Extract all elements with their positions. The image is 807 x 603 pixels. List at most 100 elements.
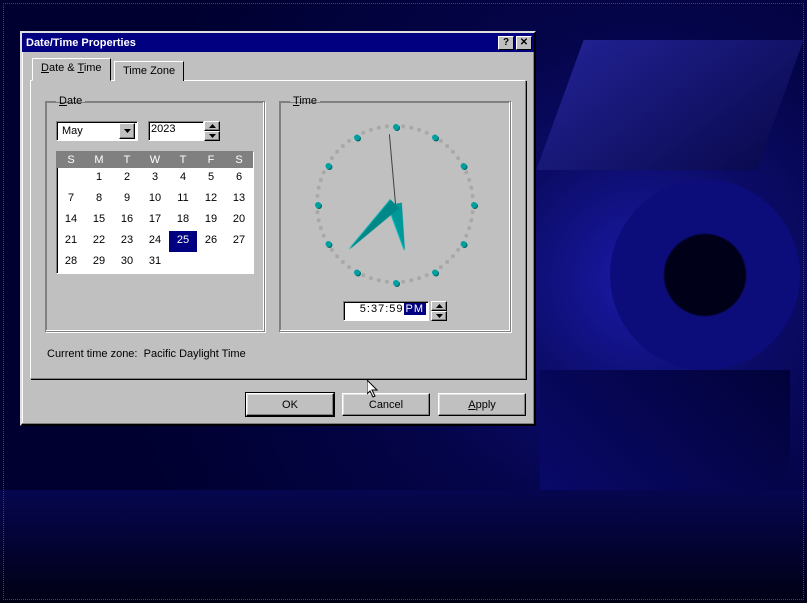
year-input[interactable]: 2023	[148, 121, 204, 141]
date-group-legend: Date	[56, 95, 85, 107]
chevron-down-icon	[209, 134, 216, 138]
calendar-day-cell[interactable]: 20	[225, 210, 253, 231]
year-up-button[interactable]	[204, 121, 220, 131]
window-title: Date/Time Properties	[26, 37, 496, 49]
clock-minute-mark	[451, 150, 455, 154]
minute-hand	[345, 200, 399, 254]
calendar-day-cell[interactable]: 25	[169, 231, 197, 252]
time-group: Time 5:37:59PM	[279, 95, 511, 332]
calendar-day-cell[interactable]: 22	[85, 231, 113, 252]
clock-minute-mark	[317, 218, 321, 222]
clock-minute-mark	[335, 254, 339, 258]
month-dropdown-button[interactable]	[119, 123, 135, 139]
calendar-day-cell[interactable]: 8	[85, 189, 113, 210]
calendar-day-cell[interactable]: 23	[113, 231, 141, 252]
time-input[interactable]: 5:37:59PM	[343, 301, 429, 321]
time-down-button[interactable]	[431, 311, 447, 321]
calendar-day-header: M	[85, 152, 113, 168]
clock-hour-mark	[432, 270, 438, 276]
calendar-day-cell[interactable]: 26	[197, 231, 225, 252]
clock-minute-mark	[417, 276, 421, 280]
calendar-day-cell[interactable]: 5	[197, 168, 225, 189]
chevron-down-icon	[124, 129, 131, 133]
calendar-day-header: T	[169, 152, 197, 168]
time-group-legend: Time	[290, 95, 320, 107]
chevron-up-icon	[436, 304, 443, 308]
tab-date-time[interactable]: Date & Time	[32, 58, 111, 81]
calendar-day-cell[interactable]: 24	[141, 231, 169, 252]
calendar-day-cell[interactable]: 17	[141, 210, 169, 231]
calendar-day-cell[interactable]: 10	[141, 189, 169, 210]
clock-minute-mark	[464, 170, 468, 174]
clock-minute-mark	[315, 210, 319, 214]
calendar-day-cell[interactable]: 18	[169, 210, 197, 231]
help-icon: ?	[503, 38, 509, 48]
clock-hour-mark	[461, 163, 467, 169]
clock-minute-mark	[369, 128, 373, 132]
clock-hour-mark	[325, 241, 331, 247]
clock-minute-mark	[439, 139, 443, 143]
clock-minute-mark	[464, 234, 468, 238]
ok-button[interactable]: OK	[246, 393, 334, 416]
calendar-day-cell[interactable]: 3	[141, 168, 169, 189]
calendar-day-cell[interactable]: 6	[225, 168, 253, 189]
clock-hour-mark	[393, 280, 399, 286]
titlebar[interactable]: Date/Time Properties ? ✕	[22, 33, 534, 52]
clock-minute-mark	[451, 254, 455, 258]
calendar-day-cell[interactable]: 21	[57, 231, 85, 252]
clock-minute-mark	[439, 265, 443, 269]
clock-minute-mark	[322, 170, 326, 174]
help-button[interactable]: ?	[498, 36, 514, 50]
apply-button[interactable]: Apply	[438, 393, 526, 416]
analog-clock	[310, 119, 480, 289]
calendar-day-cell[interactable]: 1	[85, 168, 113, 189]
calendar-header-row: SMTWTFS	[57, 152, 253, 168]
calendar-day-cell[interactable]: 27	[225, 231, 253, 252]
cancel-button[interactable]: Cancel	[342, 393, 430, 416]
clock-minute-mark	[417, 128, 421, 132]
tab-panel-date-time: Date May 2023	[30, 80, 526, 379]
calendar-day-header: S	[57, 152, 85, 168]
calendar-day-cell[interactable]: 12	[197, 189, 225, 210]
calendar-day-cell[interactable]: 13	[225, 189, 253, 210]
clock-hour-mark	[315, 202, 321, 208]
ampm-selected: PM	[404, 303, 427, 315]
time-up-button[interactable]	[431, 301, 447, 311]
year-spinner	[204, 121, 220, 141]
clock-minute-mark	[469, 218, 473, 222]
calendar-day-header: S	[225, 152, 253, 168]
calendar-day-cell[interactable]: 16	[113, 210, 141, 231]
dialog-button-row: OK Cancel Apply	[22, 387, 534, 424]
month-select[interactable]: May	[56, 121, 138, 141]
calendar-day-cell[interactable]: 9	[113, 189, 141, 210]
calendar-day-cell	[57, 168, 85, 189]
clock-minute-mark	[341, 144, 345, 148]
calendar-day-cell[interactable]: 15	[85, 210, 113, 231]
calendar-day-cell[interactable]: 29	[85, 252, 113, 273]
calendar-day-cell[interactable]: 7	[57, 189, 85, 210]
calendar-day-cell[interactable]: 28	[57, 252, 85, 273]
calendar-day-cell[interactable]: 2	[113, 168, 141, 189]
year-down-button[interactable]	[204, 131, 220, 141]
wallpaper-disc	[610, 180, 800, 370]
calendar-day-cell[interactable]: 31	[141, 252, 169, 273]
clock-minute-mark	[409, 278, 413, 282]
clock-minute-mark	[319, 226, 323, 230]
close-button[interactable]: ✕	[516, 36, 532, 50]
clock-minute-mark	[445, 260, 449, 264]
calendar-day-cell[interactable]: 19	[197, 210, 225, 231]
chevron-down-icon	[436, 314, 443, 318]
wallpaper-shadow	[0, 490, 807, 603]
calendar-day-cell[interactable]: 11	[169, 189, 197, 210]
date-group: Date May 2023	[45, 95, 265, 332]
tab-time-zone[interactable]: Time Zone	[114, 61, 184, 81]
clock-minute-mark	[471, 210, 475, 214]
calendar-day-cell[interactable]: 30	[113, 252, 141, 273]
clock-hour-mark	[461, 241, 467, 247]
clock-minute-mark	[319, 178, 323, 182]
clock-minute-mark	[347, 265, 351, 269]
clock-minute-mark	[467, 226, 471, 230]
clock-hour-mark	[432, 134, 438, 140]
calendar-day-cell[interactable]: 4	[169, 168, 197, 189]
calendar-day-cell[interactable]: 14	[57, 210, 85, 231]
